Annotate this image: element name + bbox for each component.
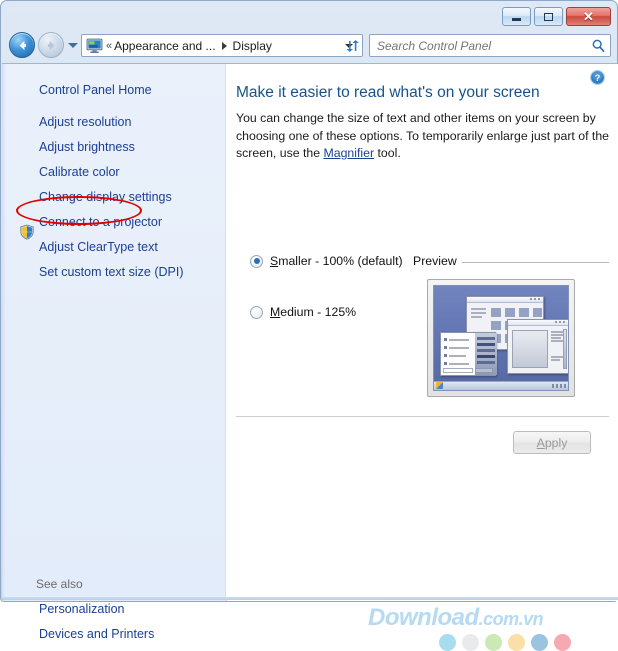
apply-button-label: pply — [544, 435, 568, 450]
watermark-dot-3 — [485, 634, 502, 651]
breadcrumb-separator-icon[interactable] — [221, 41, 227, 50]
radio-smaller-indicator[interactable] — [250, 254, 263, 268]
recent-pages-button[interactable] — [67, 40, 78, 50]
maximize-icon — [544, 12, 553, 21]
preview-system-tray — [552, 384, 566, 388]
sidebar-item-adjust-brightness[interactable]: Adjust brightness — [39, 140, 135, 154]
display-monitor-icon — [86, 37, 103, 54]
chevron-down-icon — [67, 42, 78, 48]
sidebar-item-adjust-resolution[interactable]: Adjust resolution — [39, 115, 131, 129]
window-bottom-edge — [2, 597, 618, 600]
preview-titlebar — [467, 297, 543, 303]
control-panel-window: ✕ « Appearance and ... Display Search Co… — [0, 0, 618, 651]
desktop-preview-image — [427, 279, 575, 397]
watermark-dot-4 — [508, 634, 525, 651]
preview-taskbar — [434, 381, 568, 390]
radio-medium-accel: M — [270, 305, 281, 319]
minimize-button[interactable] — [502, 7, 531, 26]
maximize-button[interactable] — [534, 7, 563, 26]
sidebar-item-set-custom-text-size[interactable]: Set custom text size (DPI) — [39, 265, 183, 279]
preview-label: Preview — [413, 254, 462, 268]
see-also-label: See also — [36, 577, 83, 591]
minimize-icon — [512, 17, 521, 21]
radio-medium-indicator[interactable] — [250, 305, 263, 319]
apply-button[interactable]: Apply — [513, 431, 591, 454]
radio-medium-label: Medium - 125% — [270, 305, 356, 319]
forward-arrow-icon — [47, 40, 54, 50]
title-bar: ✕ — [1, 1, 617, 29]
help-question-icon: ? — [589, 69, 606, 86]
caption-buttons: ✕ — [502, 7, 611, 26]
help-button[interactable]: ? — [589, 69, 606, 86]
radio-smaller-accel: S — [270, 254, 279, 268]
back-arrow-icon — [19, 40, 26, 50]
close-button[interactable]: ✕ — [566, 7, 611, 26]
radio-option-medium[interactable]: Medium - 125% — [250, 305, 356, 319]
search-icon[interactable] — [591, 38, 606, 53]
sidebar-item-control-panel-home[interactable]: Control Panel Home — [39, 83, 152, 97]
breadcrumb-appearance[interactable]: Appearance and ... — [114, 39, 215, 53]
client-area: Control Panel Home Adjust resolution Adj… — [2, 63, 618, 651]
search-input[interactable] — [377, 38, 591, 53]
breadcrumb-display[interactable]: Display — [233, 39, 272, 53]
watermark-dot-1 — [439, 634, 456, 651]
preview-start-orb-icon — [436, 382, 443, 389]
watermark-dot-2 — [462, 634, 479, 651]
radio-smaller-rest: maller - 100% (default) — [278, 254, 403, 268]
watermark-text: Download.com.vn — [368, 604, 598, 632]
watermark: Download.com.vn — [368, 604, 598, 651]
sidebar-item-devices-and-printers[interactable]: Devices and Printers — [39, 627, 154, 641]
search-box[interactable] — [369, 34, 611, 57]
preview-titlebar — [508, 320, 568, 326]
preview-window-right — [507, 319, 568, 374]
sidebar-item-adjust-cleartype-text[interactable]: Adjust ClearType text — [39, 240, 158, 254]
page-description: You can change the size of text and othe… — [236, 110, 610, 163]
watermark-dots — [439, 634, 571, 651]
refresh-button[interactable] — [341, 34, 365, 57]
refresh-icon — [346, 39, 359, 52]
watermark-suffix: .com.vn — [478, 609, 544, 629]
address-toolbar: « Appearance and ... Display — [1, 29, 617, 63]
preview-titlebar-buttons — [530, 298, 542, 300]
page-title: Make it easier to read what's on your sc… — [236, 84, 540, 101]
radio-medium-rest: edium - 125% — [280, 305, 357, 319]
description-text-1: You can change the size of text and othe… — [236, 111, 610, 160]
sidebar-item-calibrate-color[interactable]: Calibrate color — [39, 165, 120, 179]
radio-option-smaller[interactable]: Smaller - 100% (default) — [250, 254, 403, 268]
preview-window-left — [440, 332, 497, 376]
back-button[interactable] — [9, 32, 35, 58]
magnifier-link[interactable]: Magnifier — [324, 146, 375, 160]
sidebar-item-change-display-settings[interactable]: Change display settings — [39, 190, 172, 204]
content-divider — [236, 416, 609, 417]
uac-shield-icon — [19, 224, 35, 240]
radio-smaller-label: Smaller - 100% (default) — [270, 254, 403, 268]
content-pane: ? Make it easier to read what's on your … — [227, 64, 618, 601]
preview-screen — [433, 285, 569, 391]
forward-button[interactable] — [38, 32, 64, 58]
sidebar-item-connect-to-a-projector[interactable]: Connect to a projector — [39, 215, 162, 229]
breadcrumb-overflow[interactable]: « — [106, 40, 112, 52]
sidebar-item-personalization[interactable]: Personalization — [39, 602, 124, 616]
watermark-main: Download — [368, 604, 479, 631]
watermark-dot-6 — [554, 634, 571, 651]
watermark-dot-5 — [531, 634, 548, 651]
svg-text:?: ? — [595, 73, 601, 83]
preview-titlebar-buttons — [555, 321, 567, 323]
sidebar-edge — [2, 64, 6, 601]
sidebar: Control Panel Home Adjust resolution Adj… — [2, 64, 226, 641]
description-text-2: tool. — [374, 146, 401, 160]
address-bar[interactable]: « Appearance and ... Display — [81, 34, 363, 57]
apply-button-accel: A — [536, 435, 545, 450]
